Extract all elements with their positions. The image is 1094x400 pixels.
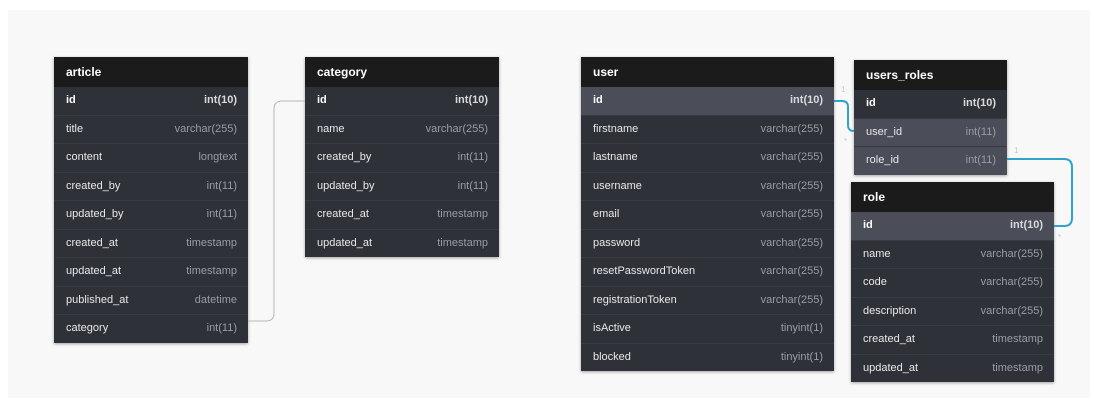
cardinality-label: * xyxy=(844,137,847,146)
relation-line-user-users-roles[interactable] xyxy=(834,100,855,132)
relation-lines: 1 * 1 * xyxy=(248,85,1073,322)
relation-line-users-roles-role[interactable] xyxy=(1007,158,1073,227)
cardinality-label: * xyxy=(1058,233,1061,242)
cardinality-label: 1 xyxy=(1014,146,1019,155)
relation-line-article-category[interactable] xyxy=(248,100,305,322)
cardinality-label: 1 xyxy=(841,85,846,94)
